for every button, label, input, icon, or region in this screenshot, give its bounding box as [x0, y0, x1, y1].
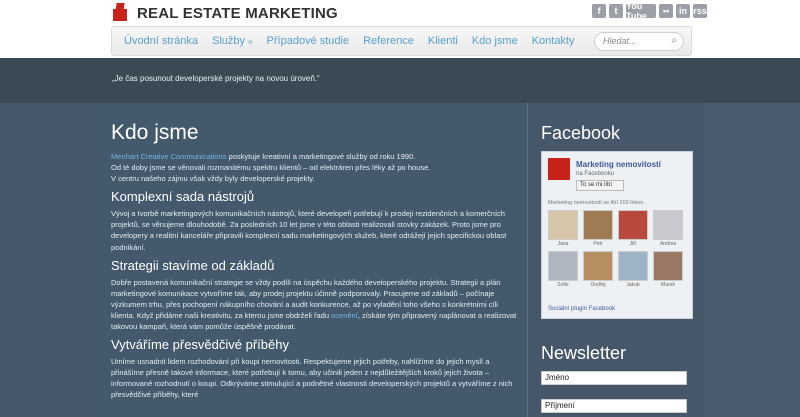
- fb-fan[interactable]: Ondřej: [582, 251, 614, 288]
- facebook-widget: Marketing nemovitostí na Facebooku To se…: [541, 151, 693, 319]
- section-title-stories: Vytváříme přesvědčivé příběhy: [111, 337, 289, 353]
- fb-like-button[interactable]: To se mi líbí: [576, 180, 624, 191]
- avatar: [618, 210, 648, 240]
- social-links: f t You Tube •• in rss: [592, 1, 707, 21]
- twitter-icon[interactable]: t: [609, 4, 623, 18]
- banner-quote: „Je čas posunout developerské projekty n…: [112, 74, 320, 83]
- flickr-icon[interactable]: ••: [659, 4, 673, 18]
- section-text-tools: Vývoj a tvorbě marketingových komunikačn…: [111, 209, 507, 252]
- right-margin: [704, 103, 800, 417]
- fb-fan[interactable]: Sofie: [547, 251, 579, 288]
- content-column: Kdo jsme Menhart Creative Communications…: [96, 103, 528, 417]
- brand-logo[interactable]: REAL ESTATE MARKETING: [111, 2, 338, 24]
- avatar: [548, 210, 578, 240]
- fb-page-name[interactable]: Marketing nemovitostí: [576, 160, 661, 169]
- intro-line-2: Od té doby jsme se věnovali rozmanitému …: [111, 163, 431, 173]
- main-nav: Úvodní stránka Služby » Případové studie…: [111, 26, 692, 56]
- fb-plugin-label[interactable]: Sociální plugin Facebook: [548, 306, 615, 312]
- intro-line-3: V centru našeho zájmu však vždy byly dev…: [111, 174, 315, 184]
- facebook-icon[interactable]: f: [592, 4, 606, 18]
- page-title: Kdo jsme: [111, 121, 199, 144]
- section-title-strategy: Strategii stavíme od základů: [111, 257, 275, 273]
- nav-item-clients[interactable]: Klienti: [428, 35, 458, 47]
- facebook-title: Facebook: [541, 123, 621, 143]
- fb-fan[interactable]: Jakub: [617, 251, 649, 288]
- intro-text: poskytuje kreativní a marketingové služb…: [226, 152, 416, 161]
- awards-link[interactable]: ocenění: [331, 311, 358, 320]
- search-input[interactable]: Hledat... ⌕: [594, 32, 684, 51]
- fb-like-count: Marketing nemovitostí se líbí 203 lidem.: [548, 200, 645, 206]
- fb-fan[interactable]: Petr: [582, 210, 614, 247]
- linkedin-icon[interactable]: in: [676, 4, 690, 18]
- nav-item-services[interactable]: Služby »: [212, 35, 253, 47]
- nav-item-about[interactable]: Kdo jsme: [472, 35, 518, 47]
- search-icon[interactable]: ⌕: [671, 35, 677, 46]
- brand-name: REAL ESTATE MARKETING: [137, 4, 338, 22]
- fb-fan[interactable]: Andrea: [652, 210, 684, 247]
- intro-paragraph: Menhart Creative Communications poskytuj…: [111, 151, 521, 184]
- newsletter-name-field[interactable]: Jméno: [541, 371, 687, 385]
- section-title-tools: Komplexní sada nástrojů: [111, 189, 255, 205]
- header: REAL ESTATE MARKETING f t You Tube •• in…: [0, 0, 800, 58]
- company-link[interactable]: Menhart Creative Communications: [111, 152, 226, 161]
- nav-item-case-studies[interactable]: Případové studie: [267, 35, 350, 47]
- page-logo-icon[interactable]: [548, 158, 570, 180]
- fb-fan[interactable]: Jana: [547, 210, 579, 247]
- avatar: [583, 210, 613, 240]
- youtube-icon[interactable]: You Tube: [626, 1, 656, 21]
- newsletter-surname-field[interactable]: Příjmení: [541, 399, 687, 413]
- section-text-stories: Umíme usnadnit lidem rozhodování při kou…: [111, 357, 513, 400]
- nav-item-services-label: Služby: [211, 35, 246, 47]
- sidebar: Facebook Marketing nemovitostí na Facebo…: [529, 103, 704, 417]
- fb-fans-grid: Jana Petr Jiří Andrea Sofie Ondřej Jakub…: [547, 210, 689, 288]
- fb-page-sub: na Facebooku: [576, 171, 615, 177]
- house-logo-icon: [111, 3, 131, 23]
- newsletter-title: Newsletter: [541, 343, 627, 363]
- avatar: [583, 251, 613, 281]
- avatar: [548, 251, 578, 281]
- nav-item-contacts[interactable]: Kontakty: [532, 35, 575, 47]
- rss-icon[interactable]: rss: [693, 4, 707, 18]
- avatar: [618, 251, 648, 281]
- nav-item-references[interactable]: Reference: [363, 35, 414, 47]
- chevron-right-icon: »: [248, 37, 253, 46]
- search-placeholder: Hledat...: [603, 36, 637, 46]
- section-text-strategy: Dobře postavená komunikační strategie se…: [111, 277, 521, 332]
- avatar: [653, 251, 683, 281]
- fb-fan[interactable]: Jiří: [617, 210, 649, 247]
- avatar: [653, 210, 683, 240]
- nav-item-home[interactable]: Úvodní stránka: [124, 35, 198, 47]
- fb-fan[interactable]: Marek: [652, 251, 684, 288]
